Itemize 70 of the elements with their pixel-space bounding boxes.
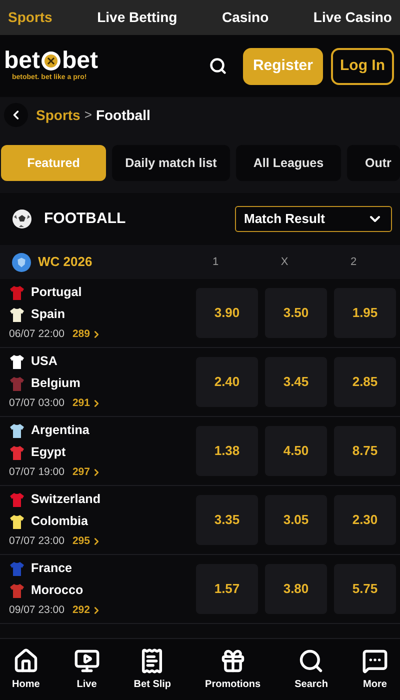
odds-button[interactable]: 1.57: [196, 564, 258, 614]
markets-link[interactable]: 297: [72, 464, 102, 481]
login-button[interactable]: Log In: [331, 48, 394, 84]
team-name: Colombia: [31, 513, 88, 530]
monitor-play-icon: [74, 648, 100, 674]
section-title: FOOTBALL: [44, 208, 126, 229]
nav-item[interactable]: Live: [74, 648, 100, 692]
breadcrumb-separator: >: [84, 106, 92, 124]
nav-tab[interactable]: Sports: [8, 7, 52, 28]
market-dropdown[interactable]: Match Result: [235, 206, 392, 232]
match-time: 07/07 03:00: [9, 396, 64, 411]
gift-icon: [220, 648, 246, 674]
tab[interactable]: Outr: [347, 145, 400, 181]
ball-icon: [41, 50, 61, 71]
nav-tab[interactable]: Casino: [222, 7, 269, 28]
odds-button[interactable]: 1.38: [196, 426, 258, 476]
team-name: Argentina: [31, 422, 90, 440]
nav-item[interactable]: More: [362, 648, 388, 692]
column-header: 1: [211, 254, 220, 270]
match-time: 07/07 23:00: [9, 534, 64, 549]
markets-link[interactable]: 291: [72, 396, 102, 412]
odds-button[interactable]: 2.30: [334, 495, 396, 545]
league-name: WC 2026: [38, 253, 92, 272]
column-header: 2: [349, 254, 358, 270]
nav-item[interactable]: Promotions: [205, 648, 261, 692]
markets-link[interactable]: 292: [72, 602, 102, 619]
team-name: Portugal: [31, 284, 82, 302]
match-time: 09/07 23:00: [9, 602, 64, 618]
nav-tab[interactable]: Live Casino: [313, 7, 392, 28]
tab[interactable]: Daily match list: [112, 145, 230, 181]
team-name: Spain: [31, 306, 66, 324]
team-name: Belgium: [31, 375, 80, 392]
odds-button[interactable]: 2.40: [196, 357, 258, 407]
nav-tab[interactable]: Live Betting: [97, 7, 178, 28]
odds-button[interactable]: 1.95: [334, 288, 396, 338]
odds-button[interactable]: 3.50: [265, 288, 327, 338]
nav-item[interactable]: Search: [294, 648, 328, 692]
team-name: France: [31, 560, 72, 578]
odds-button[interactable]: 3.35: [196, 495, 258, 545]
logo-text: bet: [4, 48, 40, 73]
markets-link[interactable]: 295: [72, 534, 102, 550]
team-name: Morocco: [31, 582, 84, 600]
search-icon[interactable]: [208, 57, 227, 75]
odds-button[interactable]: 3.05: [265, 495, 327, 545]
breadcrumb-link[interactable]: Sports: [36, 104, 80, 126]
odds-button[interactable]: 3.80: [265, 564, 327, 614]
odds-button[interactable]: 3.45: [265, 357, 327, 407]
team-name: Egypt: [31, 444, 66, 462]
markets-link[interactable]: 289: [72, 326, 102, 343]
football-icon: [12, 209, 32, 229]
logo-text: bet: [62, 48, 98, 73]
column-header: X: [280, 254, 290, 270]
nav-item[interactable]: Bet Slip: [134, 648, 172, 692]
search-icon: [298, 648, 324, 674]
nav-item[interactable]: Home: [12, 648, 40, 692]
house-icon: [12, 648, 39, 674]
odds-button[interactable]: 8.75: [334, 426, 396, 476]
match-time: 07/07 19:00: [9, 464, 64, 480]
odds-button[interactable]: 4.50: [265, 426, 327, 476]
odds-button[interactable]: 5.75: [334, 564, 396, 614]
shield-icon: [12, 252, 31, 272]
breadcrumb-current: Football: [96, 106, 150, 124]
team-name: Switzerland: [31, 491, 100, 508]
odds-button[interactable]: 3.90: [196, 288, 258, 338]
tab[interactable]: All Leagues: [236, 145, 341, 181]
back-button[interactable]: [4, 103, 28, 127]
message-icon: [362, 648, 388, 674]
team-name: USA: [31, 353, 58, 370]
match-time: 06/07 22:00: [9, 326, 64, 342]
odds-button[interactable]: 2.85: [334, 357, 396, 407]
